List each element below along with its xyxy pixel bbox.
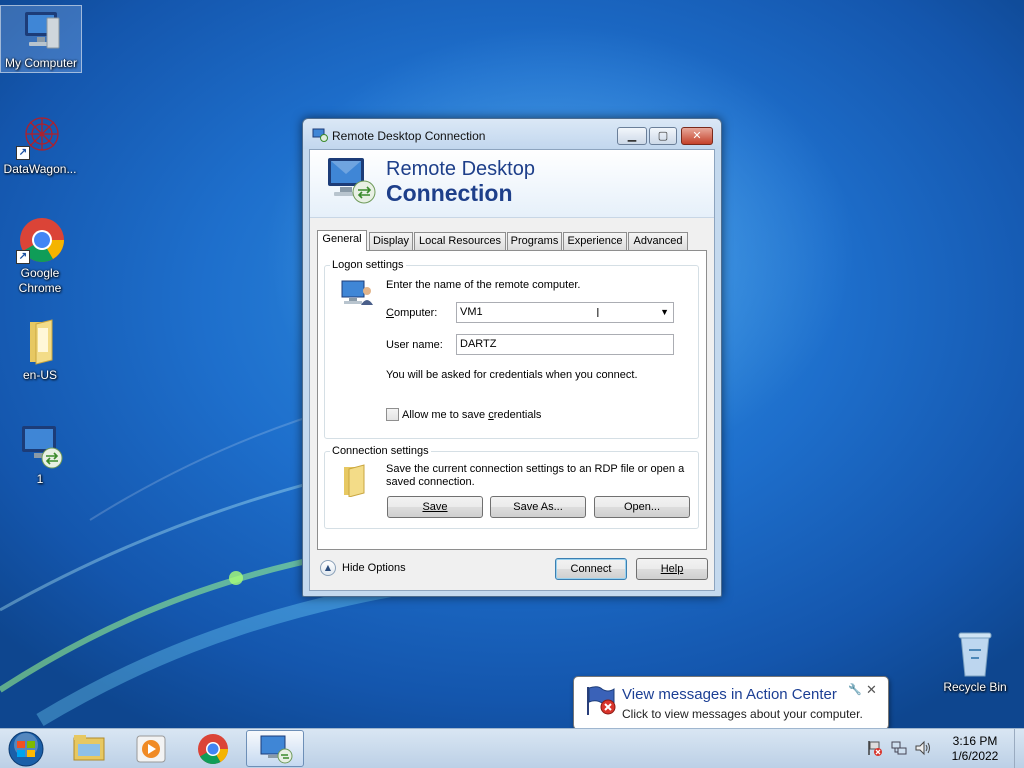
tab-experience[interactable]: Experience — [563, 232, 627, 250]
volume-icon[interactable] — [914, 739, 932, 757]
remote-desktop-icon — [16, 422, 64, 470]
remote-desktop-icon — [312, 128, 328, 142]
header-banner: Remote Desktop Connection — [310, 150, 714, 218]
credentials-note: You will be asked for credentials when y… — [386, 369, 638, 381]
action-center-flag-icon — [584, 685, 618, 717]
action-center-flag-icon[interactable] — [866, 739, 884, 757]
desktop-icon-en-us[interactable]: en-US — [0, 318, 80, 383]
help-button-label: Help — [660, 563, 684, 575]
taskbar: 3:16 PM 1/6/2022 — [0, 728, 1024, 768]
save-button[interactable]: Save — [387, 496, 483, 518]
remote-desktop-icon — [260, 735, 293, 764]
connect-button[interactable]: Connect — [555, 558, 627, 580]
tab-programs[interactable]: Programs — [507, 232, 562, 250]
banner-title-line1: Remote Desktop — [386, 158, 535, 180]
save-credentials-checkbox[interactable] — [386, 408, 399, 421]
dropdown-arrow-icon[interactable]: ▼ — [660, 303, 669, 322]
action-center-notification[interactable]: View messages in Action Center Click to … — [573, 676, 889, 741]
help-button[interactable]: Help — [636, 558, 708, 580]
shortcut-arrow-icon: ↗ — [16, 250, 30, 264]
logon-settings-label: Logon settings — [330, 259, 406, 271]
taskbar-media-player-button[interactable] — [122, 730, 180, 767]
desktop-icon-label: My Computer — [4, 56, 78, 70]
remote-desktop-connection-window: Remote Desktop Connection ▁ ▢ ✕ Remote D… — [302, 118, 722, 597]
desktop-icon-label: DataWagon... — [3, 162, 77, 176]
explorer-folder-icon — [73, 735, 105, 761]
recycle-bin-icon — [951, 630, 999, 678]
logon-intro-text: Enter the name of the remote computer. — [386, 279, 581, 291]
connection-settings-label: Connection settings — [330, 445, 431, 457]
minimize-icon: ▁ — [627, 129, 637, 142]
desktop-icon-label: Recycle Bin — [943, 680, 1007, 694]
window-client-area: Remote Desktop Connection General Displa… — [309, 149, 715, 591]
notification-text: Click to view messages about your comput… — [622, 707, 863, 721]
save-as-button[interactable]: Save As... — [490, 496, 586, 518]
remote-desktop-logo-icon — [326, 156, 378, 206]
general-tab-panel: Logon settings Enter the name of the rem… — [317, 250, 707, 550]
computer-combobox[interactable]: VM1 I ▼ — [456, 302, 674, 323]
connect-button-label: Connect — [570, 563, 612, 575]
open-button[interactable]: Open... — [594, 496, 690, 518]
start-button[interactable] — [6, 731, 46, 767]
folder-icon — [340, 463, 370, 498]
desktop-icon-label: Google Chrome — [18, 266, 62, 295]
username-field[interactable]: DARTZ — [456, 334, 674, 355]
datawagon-icon: ↗ — [16, 112, 64, 160]
tab-advanced[interactable]: Advanced — [628, 232, 688, 250]
folder-icon — [16, 318, 64, 366]
close-icon: ✕ — [692, 129, 702, 142]
window-title: Remote Desktop Connection — [332, 129, 486, 143]
desktop-icon-google-chrome[interactable]: ↗ Google Chrome — [0, 216, 80, 296]
computer-icon — [17, 6, 65, 54]
chevron-up-icon: ▲ — [320, 560, 336, 576]
computer-value: VM1 — [460, 306, 483, 318]
shortcut-arrow-icon: ↗ — [16, 146, 30, 160]
maximize-button[interactable]: ▢ — [649, 127, 677, 145]
close-icon[interactable]: ✕ — [866, 683, 877, 698]
desktop-icon-datawagon[interactable]: ↗ DataWagon... — [0, 112, 80, 177]
banner-title-line2: Connection — [386, 180, 513, 206]
user-computer-icon — [340, 279, 374, 309]
text-cursor-icon: I — [596, 305, 600, 320]
taskbar-remote-desktop-button[interactable] — [246, 730, 304, 767]
minimize-button[interactable]: ▁ — [617, 127, 647, 145]
tab-general[interactable]: General — [317, 230, 367, 251]
tab-local-resources[interactable]: Local Resources — [414, 232, 506, 250]
window-titlebar[interactable]: Remote Desktop Connection ▁ ▢ ✕ — [303, 119, 721, 149]
notification-title: View messages in Action Center — [622, 686, 837, 703]
tab-display[interactable]: Display — [369, 232, 413, 250]
maximize-icon: ▢ — [657, 129, 669, 142]
media-player-icon — [136, 735, 166, 763]
hide-options-label: Hide Options — [342, 562, 406, 574]
connection-description: Save the current connection settings to … — [386, 463, 685, 488]
taskbar-explorer-button[interactable] — [60, 730, 118, 767]
desktop-icon-label: en-US — [22, 368, 57, 382]
save-as-button-label: Save As... — [513, 501, 563, 513]
chrome-icon: ↗ — [16, 216, 64, 264]
desktop-icon-rdp-1[interactable]: 1 — [0, 422, 80, 487]
desktop-icon-my-computer[interactable]: My Computer — [0, 5, 82, 73]
settings-wrench-icon[interactable]: 🔧 — [848, 683, 862, 696]
show-desktop-button[interactable] — [1014, 729, 1024, 768]
network-icon[interactable] — [890, 739, 908, 757]
taskbar-chrome-button[interactable] — [184, 730, 242, 767]
clock-time: 3:16 PM — [952, 734, 998, 748]
chrome-icon — [198, 734, 228, 765]
save-button-label: Save — [422, 501, 448, 513]
close-button[interactable]: ✕ — [681, 127, 713, 145]
open-button-label: Open... — [623, 501, 661, 513]
computer-label: Computer: — [386, 307, 438, 319]
username-label: User name: — [386, 339, 443, 351]
clock-date: 1/6/2022 — [951, 749, 999, 763]
desktop-icon-recycle-bin[interactable]: Recycle Bin — [935, 630, 1015, 695]
save-credentials-label[interactable]: Allow me to save credentials — [402, 409, 541, 421]
system-clock[interactable]: 3:16 PM 1/6/2022 — [940, 734, 1010, 764]
desktop-icon-label: 1 — [36, 472, 44, 486]
